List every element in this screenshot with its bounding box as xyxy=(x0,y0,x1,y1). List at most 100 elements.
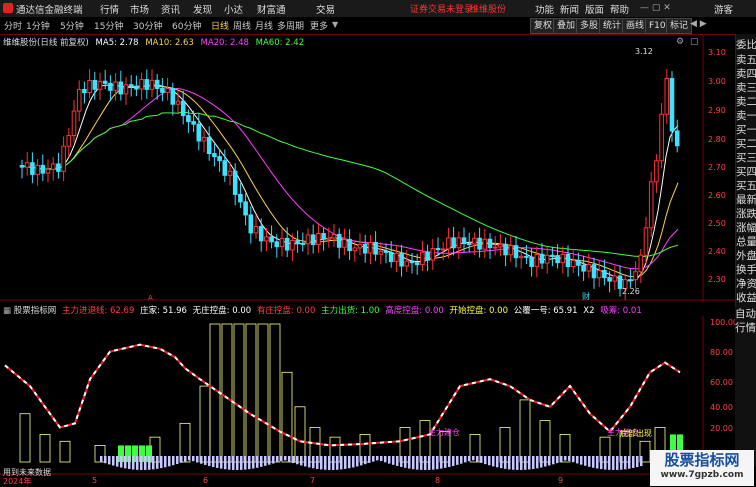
candle-body xyxy=(409,260,415,264)
indicator-bar xyxy=(269,323,281,463)
candle-body xyxy=(295,240,300,244)
candle-body xyxy=(352,247,358,252)
finance-marker[interactable]: 财 xyxy=(582,291,590,302)
tab-buy5[interactable]: 买五 xyxy=(736,178,756,193)
indicator-volume-bar xyxy=(252,456,255,469)
menu-jiaoyi[interactable]: 交易 xyxy=(316,2,335,16)
tab-buy4[interactable]: 买四 xyxy=(736,164,756,179)
indicator-volume-bar xyxy=(544,456,547,467)
tab-shouyi[interactable]: 收益 xyxy=(736,290,756,305)
indicator-volume-bar xyxy=(120,456,123,468)
candle-body xyxy=(24,162,30,168)
indicator-volume-bar xyxy=(372,456,375,462)
menu-faxian[interactable]: 发现 xyxy=(193,2,212,16)
tab-zidong[interactable]: 自动 xyxy=(735,306,756,321)
indicator-volume-bar xyxy=(280,456,283,461)
menu-caifutong[interactable]: 财富通 xyxy=(257,2,286,16)
login-notice[interactable]: 证券交易未登录 xyxy=(410,2,473,15)
tab-sell3[interactable]: 卖三 xyxy=(736,80,756,95)
tab-jingzi[interactable]: 净资 xyxy=(736,276,756,291)
candle-body xyxy=(425,251,430,261)
candle-body xyxy=(40,164,46,174)
tab-sell1[interactable]: 卖一 xyxy=(736,108,756,123)
period-daily[interactable]: 日线 xyxy=(211,19,229,32)
indicator-volume-bar xyxy=(592,456,595,468)
indicator-volume-bar xyxy=(292,456,295,464)
indicator-chart[interactable] xyxy=(0,316,735,476)
candle-body xyxy=(383,250,389,253)
guest-label[interactable]: 游客 xyxy=(714,2,733,16)
tab-hangqing[interactable]: 行情 xyxy=(735,320,756,335)
indicator-volume-bar xyxy=(148,456,151,470)
candle-body xyxy=(284,237,290,251)
indicator-volume-bar xyxy=(216,456,219,468)
tab-buy2[interactable]: 买二 xyxy=(736,136,756,151)
tab-zongliang[interactable]: 总量 xyxy=(736,234,756,249)
indicator-volume-bar xyxy=(536,456,539,469)
indicator-volume-bar xyxy=(128,456,131,470)
period-1min[interactable]: 1分钟 xyxy=(26,19,50,32)
tab-huanshou[interactable]: 换手 xyxy=(736,262,756,277)
tab-waipan[interactable]: 外盘 xyxy=(736,248,756,263)
tab-sell2[interactable]: 卖二 xyxy=(736,94,756,109)
period-30min[interactable]: 30分钟 xyxy=(133,19,162,32)
period-weekly[interactable]: 周线 xyxy=(233,19,251,32)
candle-body xyxy=(440,248,446,251)
period-multi[interactable]: 多周期 xyxy=(277,19,304,32)
window-controls[interactable]: — ▢ ✕ xyxy=(640,3,671,13)
y-tick-290: 2.90 xyxy=(708,106,726,115)
candle-body xyxy=(108,82,113,91)
tab-buy1[interactable]: 买一 xyxy=(736,122,756,137)
period-more[interactable]: 更多 xyxy=(310,19,328,32)
toolbar-arrows-icon[interactable]: ◀ ▶ xyxy=(690,19,707,29)
main-price-chart[interactable] xyxy=(0,34,735,302)
period-monthly[interactable]: 月线 xyxy=(255,19,273,32)
app-title: 通达信金融终端 xyxy=(16,5,83,16)
menu-xinwen[interactable]: 新闻 xyxy=(560,2,579,16)
x-label-6: 6 xyxy=(203,476,209,485)
period-60min[interactable]: 60分钟 xyxy=(172,19,201,32)
period-15min[interactable]: 15分钟 xyxy=(94,19,123,32)
period-5min[interactable]: 5分钟 xyxy=(60,19,84,32)
candle-body xyxy=(492,246,498,249)
candle-body xyxy=(518,255,524,259)
candle-body xyxy=(227,170,233,176)
indicator-grid-icon[interactable]: ▦ xyxy=(3,306,11,316)
ind-y-60: 60.00 xyxy=(710,378,733,387)
period-fenshi[interactable]: 分时 xyxy=(4,19,22,32)
tab-zhangfu[interactable]: 涨幅 xyxy=(736,220,756,235)
tab-weibi[interactable]: 委比 xyxy=(736,37,756,52)
tab-buy3[interactable]: 买三 xyxy=(736,150,756,165)
menu-hangqing[interactable]: 行情 xyxy=(100,2,119,16)
tab-sell4[interactable]: 卖四 xyxy=(736,66,756,81)
menu-gongneng[interactable]: 功能 xyxy=(535,2,554,16)
menu-xiaoda[interactable]: 小达 xyxy=(224,2,243,16)
candle-body xyxy=(461,237,467,245)
menu-banmian[interactable]: 版面 xyxy=(585,2,604,16)
mark-button[interactable]: 标记 xyxy=(666,18,693,34)
tab-zhangdie[interactable]: 涨跌 xyxy=(736,206,756,221)
indicator-bar xyxy=(245,323,257,463)
indicator-volume-bar xyxy=(636,456,639,468)
menu-bangzhu[interactable]: 帮助 xyxy=(610,2,629,16)
indicator-volume-bar xyxy=(588,456,591,467)
candle-body xyxy=(555,255,560,264)
indicator-volume-bar xyxy=(620,456,623,470)
candle-body xyxy=(45,168,51,174)
menu-zixun[interactable]: 资讯 xyxy=(161,2,180,16)
more-chevron-icon[interactable]: ▼ xyxy=(332,20,338,29)
candle-body xyxy=(290,240,295,251)
indicator-volume-bar xyxy=(444,456,447,468)
indicator-volume-bar xyxy=(180,456,183,463)
indicator-volume-bar xyxy=(248,456,251,470)
indicator-volume-bar xyxy=(332,456,335,470)
indicator-volume-bar xyxy=(236,456,239,470)
indicator-volume-bar xyxy=(452,456,455,466)
menu-shichang[interactable]: 市场 xyxy=(130,2,149,16)
indicator-title[interactable]: 股票指标网 xyxy=(14,306,57,316)
tab-sell5[interactable]: 卖五 xyxy=(736,52,756,67)
candle-body xyxy=(35,164,40,175)
tab-zuixin[interactable]: 最新 xyxy=(736,192,756,207)
candle-body xyxy=(113,81,118,91)
indicator-volume-bar xyxy=(348,456,351,469)
